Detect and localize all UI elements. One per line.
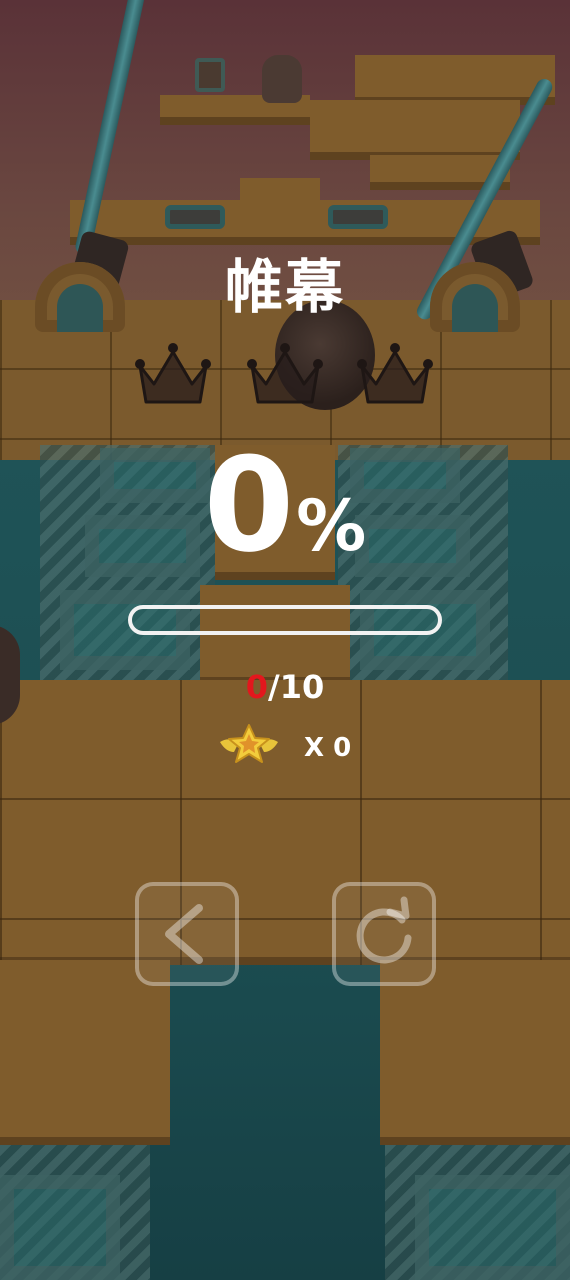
level-result-overlay: 帷幕 0% 0/10 X 0 [0, 0, 570, 1280]
game-screen: 帷幕 0% 0/10 X 0 [0, 0, 570, 1280]
percent-value: 0 [203, 429, 294, 581]
crown-row [0, 338, 570, 418]
back-button[interactable] [135, 882, 239, 986]
crown-icon [135, 343, 211, 404]
restart-icon [356, 896, 412, 964]
star-count: X 0 [304, 733, 352, 763]
star-reward: X 0 [218, 722, 378, 772]
progress-bar [128, 605, 442, 635]
back-arrow-icon [165, 904, 203, 964]
progress-percent: 0% [0, 440, 570, 570]
restart-button[interactable] [332, 882, 436, 986]
winged-star-icon [220, 724, 278, 763]
percent-sign: % [296, 485, 367, 567]
collectible-counter: 0/10 [0, 668, 570, 706]
crown-icon [247, 343, 323, 404]
collectible-current: 0 [245, 668, 269, 706]
crown-icon [357, 343, 433, 404]
level-title: 帷幕 [224, 253, 345, 321]
collectible-total: /10 [268, 668, 325, 706]
